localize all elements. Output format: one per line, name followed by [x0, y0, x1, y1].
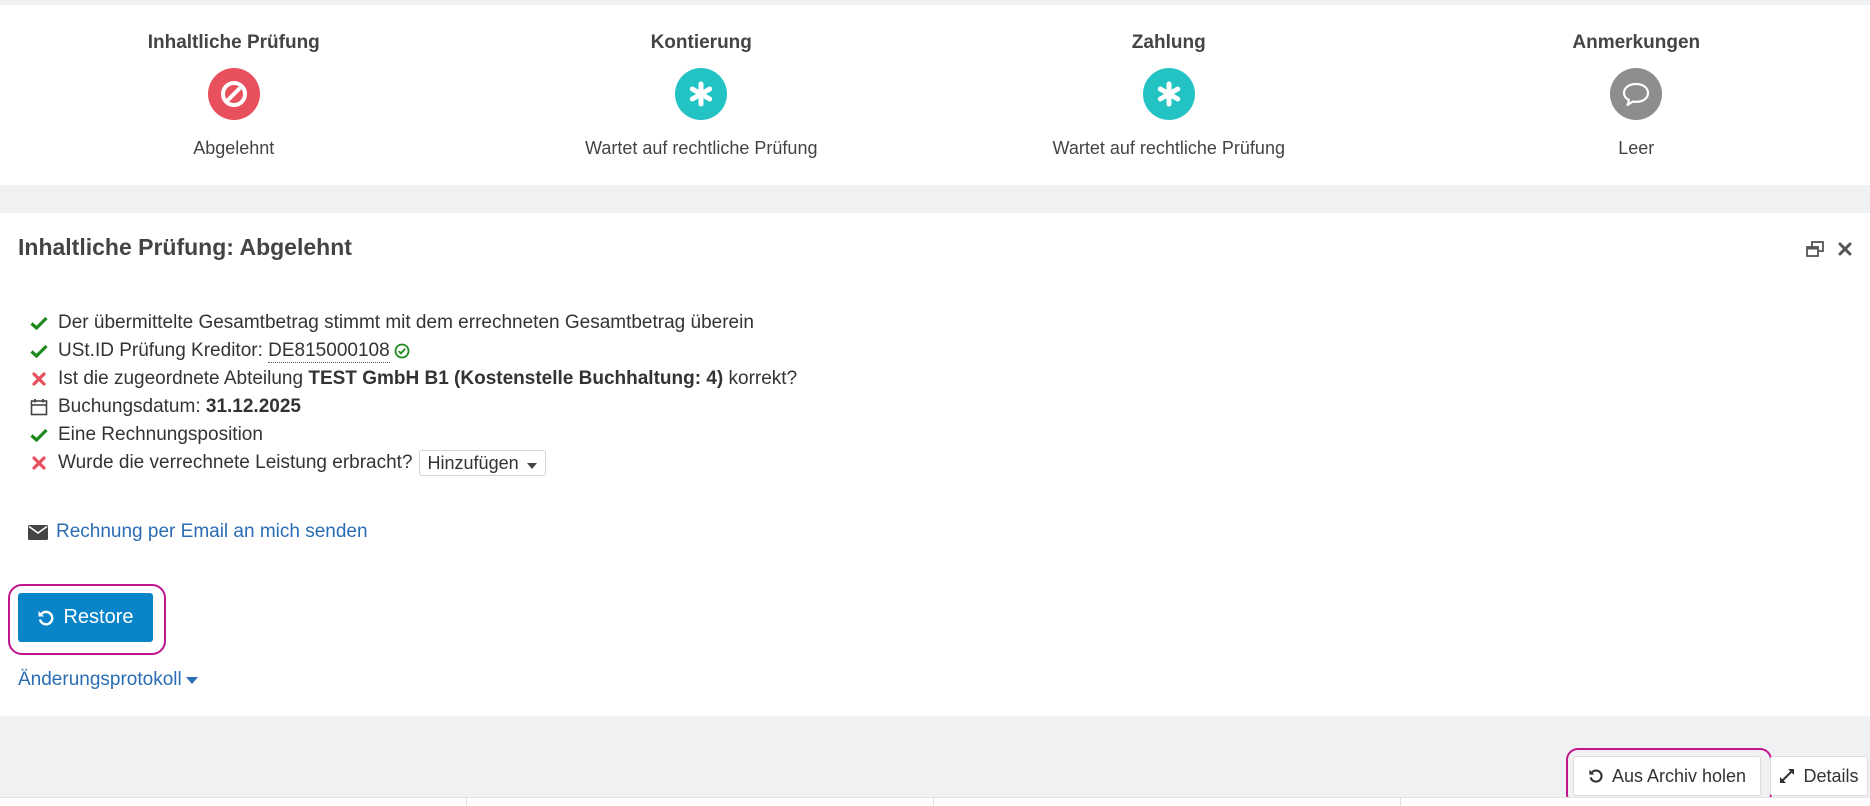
check-icon	[28, 428, 50, 442]
step-status: Wartet auf rechtliche Prüfung	[585, 138, 817, 159]
workflow-status-bar: Inhaltliche Prüfung Abgelehnt Kontierung…	[0, 5, 1870, 185]
asterisk-icon	[1143, 68, 1195, 120]
step-title: Inhaltliche Prüfung	[148, 32, 320, 54]
check-list: Der übermittelte Gesamtbetrag stimmt mit…	[28, 309, 797, 477]
archive-button-label: Aus Archiv holen	[1612, 766, 1746, 787]
caret-down-icon	[186, 677, 198, 684]
details-button[interactable]: Details	[1770, 756, 1868, 796]
restore-label: Restore	[63, 606, 133, 629]
check-invoice-positions: Eine Rechnungsposition	[28, 421, 797, 449]
change-log-label: Änderungsprotokoll	[18, 669, 182, 691]
step-status: Leer	[1618, 138, 1654, 159]
vat-label: USt.ID Prüfung Kreditor:	[58, 340, 268, 362]
expand-icon	[1779, 768, 1795, 784]
times-icon	[28, 372, 50, 386]
panel-title: Inhaltliche Prüfung: Abgelehnt	[18, 234, 352, 261]
step-title: Anmerkungen	[1572, 32, 1700, 54]
step-title: Kontierung	[651, 32, 752, 54]
step-status: Abgelehnt	[193, 138, 274, 159]
email-invoice-row: Rechnung per Email an mich senden	[28, 521, 368, 543]
check-department: Ist die zugeordnete Abteilung TEST GmbH …	[28, 365, 797, 393]
check-text: Eine Rechnungsposition	[58, 424, 263, 446]
dept-prefix: Ist die zugeordnete Abteilung	[58, 368, 308, 390]
undo-icon	[1588, 768, 1604, 784]
calendar-icon	[28, 398, 50, 416]
check-total-amount: Der übermittelte Gesamtbetrag stimmt mit…	[28, 309, 797, 337]
check-icon	[28, 316, 50, 330]
step-anmerkungen[interactable]: Anmerkungen Leer	[1403, 5, 1870, 185]
comment-icon	[1610, 68, 1662, 120]
check-text: Der übermittelte Gesamtbetrag stimmt mit…	[58, 312, 754, 334]
check-booking-date: Buchungsdatum: 31.12.2025	[28, 393, 797, 421]
dept-suffix: korrekt?	[723, 368, 797, 390]
details-button-label: Details	[1803, 766, 1858, 787]
step-inhaltliche-pruefung[interactable]: Inhaltliche Prüfung Abgelehnt	[0, 5, 468, 185]
check-vat-id: USt.ID Prüfung Kreditor: DE815000108	[28, 337, 797, 365]
check-circle-icon	[394, 343, 410, 359]
booking-date: 31.12.2025	[206, 396, 301, 418]
email-invoice-link[interactable]: Rechnung per Email an mich senden	[56, 521, 368, 543]
close-icon[interactable]	[1838, 242, 1852, 256]
vat-id-value[interactable]: DE815000108	[268, 340, 390, 363]
restore-button[interactable]: Restore	[18, 593, 153, 642]
ban-icon	[208, 68, 260, 120]
check-icon	[28, 344, 50, 358]
undo-icon	[37, 609, 55, 627]
check-service-rendered: Wurde die verrechnete Leistung erbracht?…	[28, 449, 797, 477]
add-dropdown-button[interactable]: Hinzufügen	[419, 450, 546, 476]
envelope-icon	[28, 525, 48, 540]
booking-label: Buchungsdatum:	[58, 396, 206, 418]
caret-down-icon	[527, 453, 537, 474]
panel-actions	[1806, 241, 1852, 257]
step-title: Zahlung	[1132, 32, 1206, 54]
step-zahlung[interactable]: Zahlung Wartet auf rechtliche Prüfung	[935, 5, 1403, 185]
review-panel: Inhaltliche Prüfung: Abgelehnt Der überm…	[0, 213, 1870, 716]
dept-name: TEST GmbH B1 (Kostenstelle Buchhaltung: …	[308, 368, 723, 390]
change-log-toggle[interactable]: Änderungsprotokoll	[18, 669, 198, 691]
times-icon	[28, 456, 50, 470]
restore-from-archive-button[interactable]: Aus Archiv holen	[1573, 756, 1761, 796]
add-button-label: Hinzufügen	[428, 453, 519, 474]
check-text: Wurde die verrechnete Leistung erbracht?	[58, 452, 413, 474]
asterisk-icon	[675, 68, 727, 120]
step-kontierung[interactable]: Kontierung Wartet auf rechtliche Prüfung	[468, 5, 936, 185]
step-status: Wartet auf rechtliche Prüfung	[1053, 138, 1285, 159]
window-restore-icon[interactable]	[1806, 241, 1824, 257]
